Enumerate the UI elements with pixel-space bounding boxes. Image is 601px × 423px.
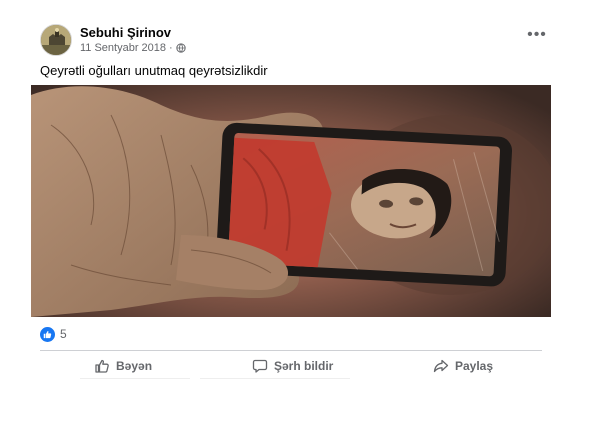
comment-underline [200,378,350,379]
facebook-post: Sebuhi Şirinov 11 Sentyabr 2018 · ••• Qe… [0,0,601,423]
reaction-count: 5 [60,327,67,341]
more-options-button[interactable]: ••• [524,27,550,46]
author-avatar[interactable] [40,24,72,56]
like-label: Bəyən [116,359,153,373]
post-header: Sebuhi Şirinov 11 Sentyabr 2018 · ••• [40,24,550,58]
share-label: Paylaş [455,359,494,373]
post-date[interactable]: 11 Sentyabr 2018 [80,42,166,54]
comment-label: Şərh bildir [274,359,334,373]
share-arrow-icon [433,359,449,373]
avatar-image [41,25,71,55]
author-name[interactable]: Sebuhi Şirinov [80,25,171,40]
post-meta: 11 Sentyabr 2018 · [80,42,186,54]
comment-icon [252,359,268,373]
like-reaction-icon [40,326,55,342]
post-photo-illustration [31,85,551,317]
reaction-summary[interactable]: 5 [40,326,67,342]
post-actions: Bəyən Şərh bildir Paylaş [40,354,542,379]
post-text: Qeyrətli oğulları unutmaq qeyrətsizlikdi… [40,63,268,78]
globe-icon[interactable] [176,43,186,53]
post-image[interactable] [31,85,551,317]
thumbs-up-icon [95,359,109,373]
like-underline [80,378,190,379]
comment-button[interactable]: Şərh bildir [252,354,333,378]
meta-separator: · [169,42,173,54]
actions-divider [40,350,542,351]
like-button[interactable]: Bəyən [94,354,152,378]
share-button[interactable]: Paylaş [433,354,493,378]
